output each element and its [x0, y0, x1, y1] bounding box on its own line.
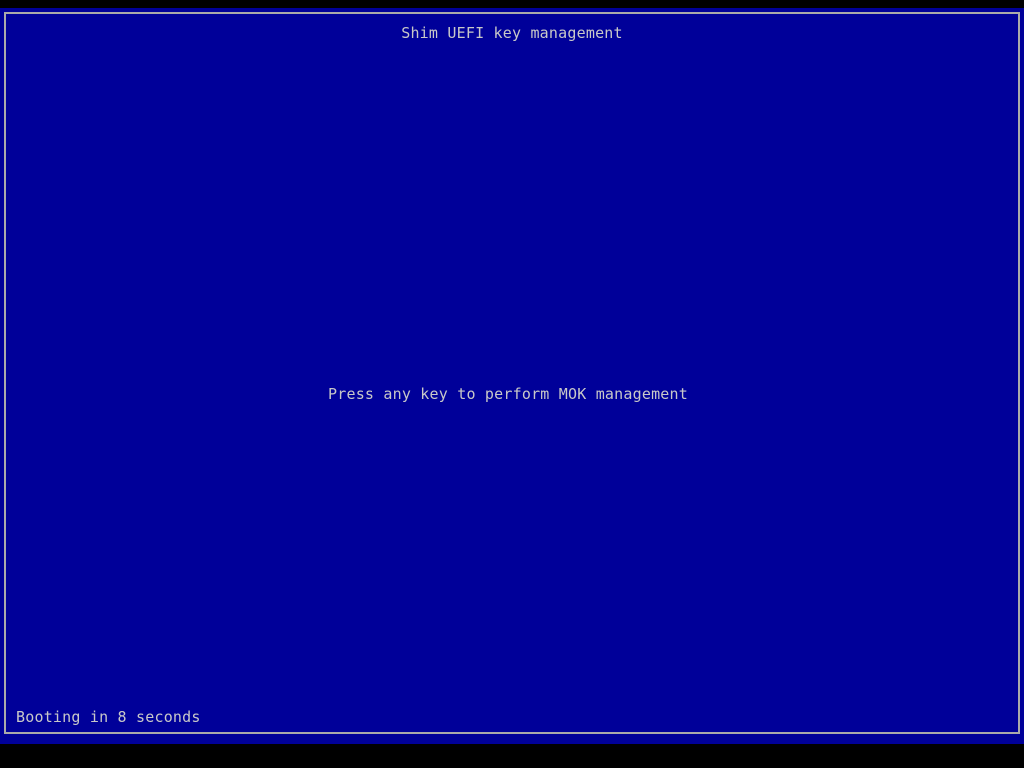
window-title: Shim UEFI key management [401, 24, 623, 42]
mok-prompt: Press any key to perform MOK management [328, 385, 688, 403]
console-area[interactable]: Shim UEFI key management Press any key t… [0, 8, 1024, 744]
boot-countdown: Booting in 8 seconds [16, 708, 201, 726]
uefi-screen: Shim UEFI key management Press any key t… [0, 0, 1024, 768]
window-frame [4, 12, 1020, 734]
